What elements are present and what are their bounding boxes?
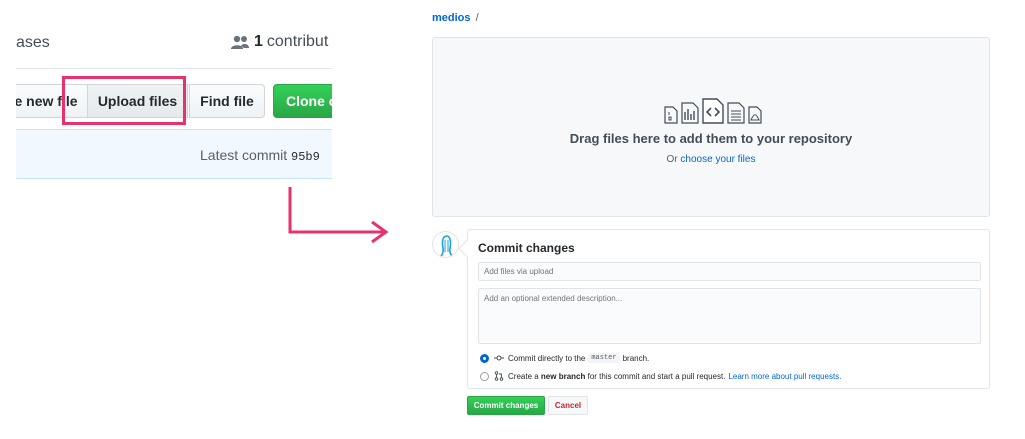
commit-new-branch-option[interactable]: Create a new branch for this commit and … (480, 371, 841, 381)
commit-summary-input[interactable] (478, 262, 981, 281)
choose-files-link[interactable]: choose your files (680, 154, 755, 165)
file-dropzone[interactable]: Drag files here to add them to your repo… (432, 37, 990, 217)
avatar-image (440, 235, 453, 257)
commit-direct-option[interactable]: Commit directly to the master branch. (480, 353, 649, 363)
file-type-icons (655, 98, 771, 124)
breadcrumb: medios / (432, 12, 479, 24)
chart-file-icon (681, 102, 699, 124)
text-file-icon (727, 102, 745, 124)
pull-request-icon (494, 371, 504, 381)
breadcrumb-repo-link[interactable]: medios (432, 12, 471, 24)
dropzone-subtitle: Or choose your files (433, 154, 989, 165)
dropzone-or-text: Or (666, 154, 678, 165)
dropzone-title: Drag files here to add them to your repo… (569, 131, 853, 146)
commit-changes-button[interactable]: Commit changes (467, 396, 545, 415)
commit-direct-prefix: Commit directly to the (508, 353, 586, 363)
avatar[interactable] (432, 231, 459, 258)
learn-more-pr-link[interactable]: Learn more about pull requests. (728, 372, 841, 381)
commit-direct-radio[interactable] (480, 353, 489, 363)
commit-form-title: Commit changes (478, 241, 575, 255)
commit-new-branch-radio[interactable] (480, 371, 489, 381)
breadcrumb-separator: / (475, 12, 479, 24)
commit-form: Commit changes Commit directly to the ma… (467, 229, 990, 389)
pdf-file-icon (748, 106, 762, 124)
code-file-icon (702, 98, 724, 124)
branch-name: master (588, 353, 620, 363)
cancel-button[interactable]: Cancel (548, 396, 588, 415)
commit-new-prefix: Create a (508, 371, 539, 381)
commit-direct-suffix: branch. (622, 353, 650, 363)
flow-arrow-icon (288, 187, 389, 244)
git-commit-icon (494, 355, 504, 361)
commit-description-textarea[interactable] (478, 288, 981, 344)
commit-new-bold: new branch (540, 371, 586, 381)
commit-new-suffix: for this commit and start a pull request… (587, 371, 726, 381)
zip-file-icon (664, 106, 678, 124)
